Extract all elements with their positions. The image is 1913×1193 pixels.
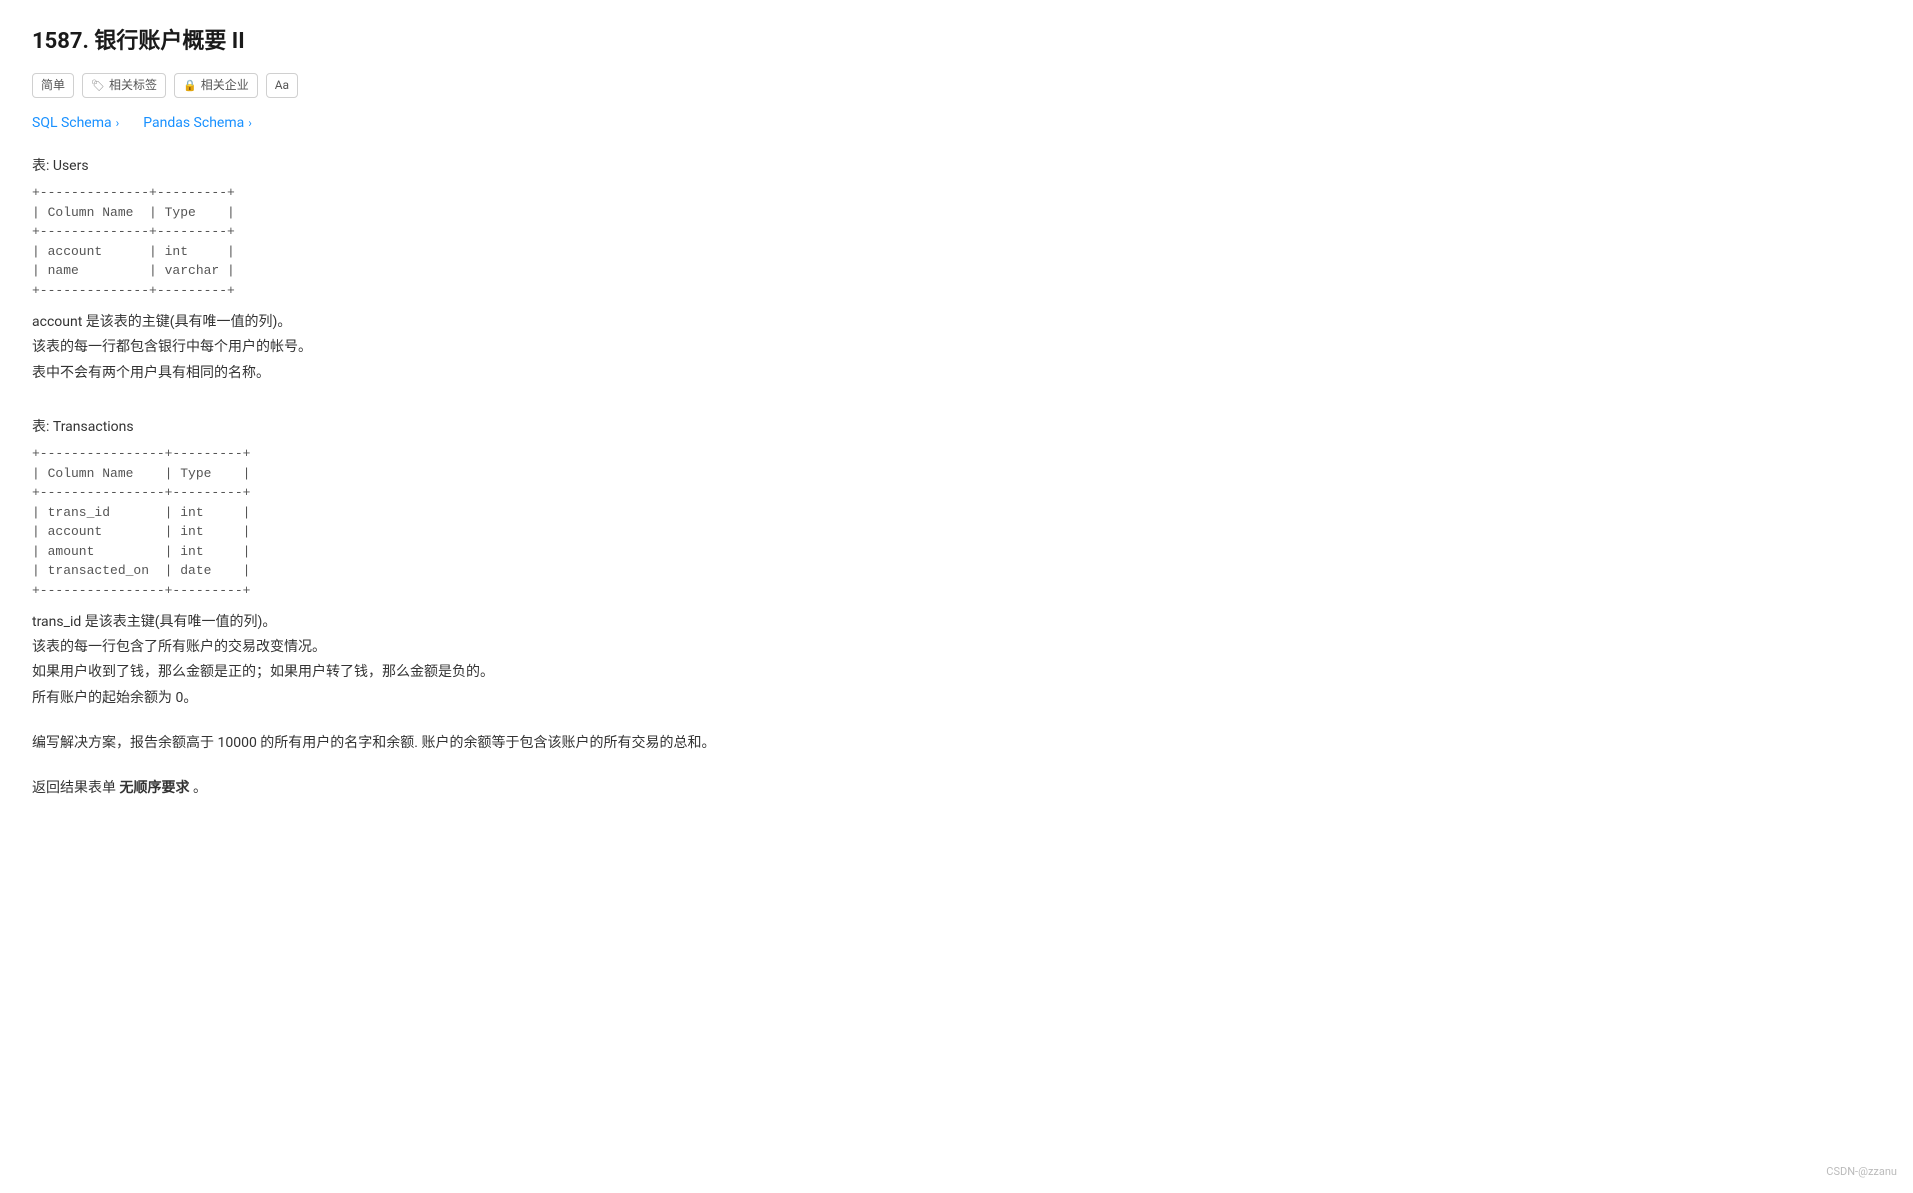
tag-related-tags[interactable]: 🏷 相关标签 — [82, 73, 166, 98]
transactions-schema-code: +----------------+---------+ | Column Na… — [32, 444, 1881, 600]
users-desc-line-3: 表中不会有两个用户具有相同的名称。 — [32, 361, 1881, 386]
pandas-schema-link[interactable]: Pandas Schema › — [143, 112, 252, 134]
trans-desc-line-2: 该表的每一行包含了所有账户的交易改变情况。 — [32, 635, 1881, 660]
transactions-section-label: 表: Transactions — [32, 416, 1881, 438]
tag-related-companies-label: 相关企业 — [201, 76, 249, 95]
tags-row: 简单 🏷 相关标签 🔒 相关企业 Aa — [32, 73, 1881, 98]
sql-schema-label: SQL Schema — [32, 112, 112, 134]
watermark: CSDN-@zzanu — [1826, 1163, 1897, 1181]
pandas-schema-chevron: › — [248, 114, 252, 133]
trans-desc-line-3: 如果用户收到了钱，那么金额是正的；如果用户转了钱，那么金额是负的。 — [32, 660, 1881, 685]
transactions-description: trans_id 是该表主键(具有唯一值的列)。 该表的每一行包含了所有账户的交… — [32, 610, 1881, 711]
users-schema-code: +--------------+---------+ | Column Name… — [32, 183, 1881, 300]
users-section: 表: Users +--------------+---------+ | Co… — [32, 155, 1881, 386]
trans-desc-line-1: trans_id 是该表主键(具有唯一值的列)。 — [32, 610, 1881, 635]
tag-easy-label: 简单 — [41, 76, 65, 95]
users-description: account 是该表的主键(具有唯一值的列)。 该表的每一行都包含银行中每个用… — [32, 310, 1881, 386]
problem-statement: 编写解决方案，报告余额高于 10000 的所有用户的名字和余额. 账户的余额等于… — [32, 731, 1881, 756]
users-desc-line-2: 该表的每一行都包含银行中每个用户的帐号。 — [32, 335, 1881, 360]
pandas-schema-label: Pandas Schema — [143, 112, 244, 134]
tag-easy[interactable]: 简单 — [32, 73, 74, 98]
tag-font[interactable]: Aa — [266, 73, 298, 98]
tag-related-tags-label: 相关标签 — [109, 76, 157, 95]
trans-desc-line-4: 所有账户的起始余额为 0。 — [32, 686, 1881, 711]
return-note-suffix: 。 — [189, 780, 206, 796]
tag-font-label: Aa — [275, 76, 289, 95]
users-desc-line-1: account 是该表的主键(具有唯一值的列)。 — [32, 310, 1881, 335]
transactions-section: 表: Transactions +----------------+------… — [32, 416, 1881, 711]
return-note: 返回结果表单 无顺序要求 。 — [32, 776, 1881, 801]
lock-icon: 🔒 — [183, 77, 197, 95]
sql-schema-chevron: › — [116, 114, 120, 133]
page-title: 1587. 银行账户概要 II — [32, 24, 1881, 59]
no-order-text: 无顺序要求 — [119, 780, 189, 796]
users-section-label: 表: Users — [32, 155, 1881, 177]
return-note-prefix: 返回结果表单 — [32, 780, 119, 796]
tag-related-companies[interactable]: 🔒 相关企业 — [174, 73, 258, 98]
tag-icon: 🏷 — [91, 77, 105, 95]
sql-schema-link[interactable]: SQL Schema › — [32, 112, 119, 134]
schema-links: SQL Schema › Pandas Schema › — [32, 112, 1881, 134]
